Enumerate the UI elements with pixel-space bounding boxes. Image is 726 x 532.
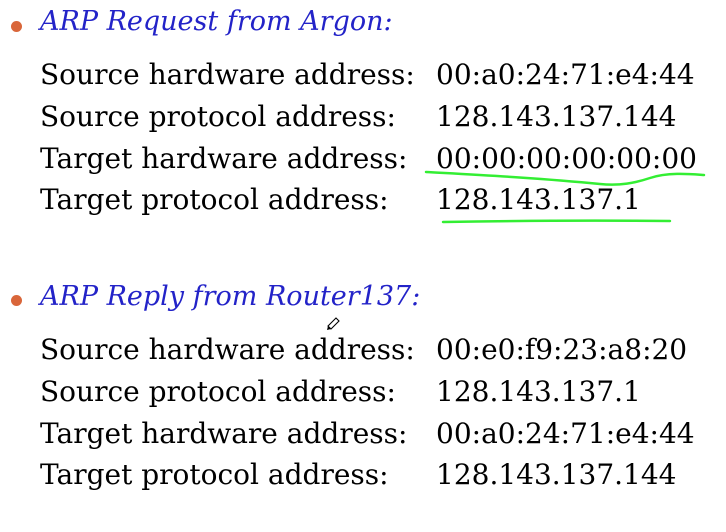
row-value: 128.143.137.1	[436, 375, 641, 408]
request-row-source-hw: Source hardware address: 00:a0:24:71:e4:…	[0, 55, 726, 95]
request-row-target-hw: Target hardware address: 00:00:00:00:00:…	[0, 139, 726, 179]
highlight-underline-proto	[441, 219, 672, 224]
row-label: Source protocol address:	[40, 100, 396, 133]
row-value: 00:a0:24:71:e4:44	[436, 58, 695, 91]
reply-heading: ARP Reply from Router137:	[40, 281, 421, 312]
request-row-target-proto: Target protocol address: 128.143.137.1	[0, 180, 726, 220]
request-heading: ARP Request from Argon:	[40, 6, 393, 37]
row-label: Source protocol address:	[40, 375, 396, 408]
request-row-source-proto: Source protocol address: 128.143.137.144	[0, 97, 726, 137]
bullet-icon	[11, 21, 22, 32]
row-label: Source hardware address:	[40, 333, 415, 366]
reply-row-source-hw: Source hardware address: 00:e0:f9:23:a8:…	[0, 330, 726, 370]
row-label: Target hardware address:	[40, 142, 408, 175]
row-label: Source hardware address:	[40, 58, 415, 91]
bullet-icon	[11, 295, 22, 306]
row-value: 00:e0:f9:23:a8:20	[436, 333, 688, 366]
reply-row-source-proto: Source protocol address: 128.143.137.1	[0, 372, 726, 412]
row-label: Target hardware address:	[40, 417, 408, 450]
row-value: 128.143.137.144	[436, 100, 677, 133]
row-value: 128.143.137.1	[436, 183, 641, 216]
row-value: 00:00:00:00:00:00	[436, 142, 697, 175]
reply-row-target-proto: Target protocol address: 128.143.137.144	[0, 455, 726, 495]
reply-row-target-hw: Target hardware address: 00:a0:24:71:e4:…	[0, 414, 726, 454]
pen-cursor-icon	[327, 317, 340, 330]
row-value: 128.143.137.144	[436, 458, 677, 491]
row-value: 00:a0:24:71:e4:44	[436, 417, 695, 450]
row-label: Target protocol address:	[40, 183, 389, 216]
row-label: Target protocol address:	[40, 458, 389, 491]
